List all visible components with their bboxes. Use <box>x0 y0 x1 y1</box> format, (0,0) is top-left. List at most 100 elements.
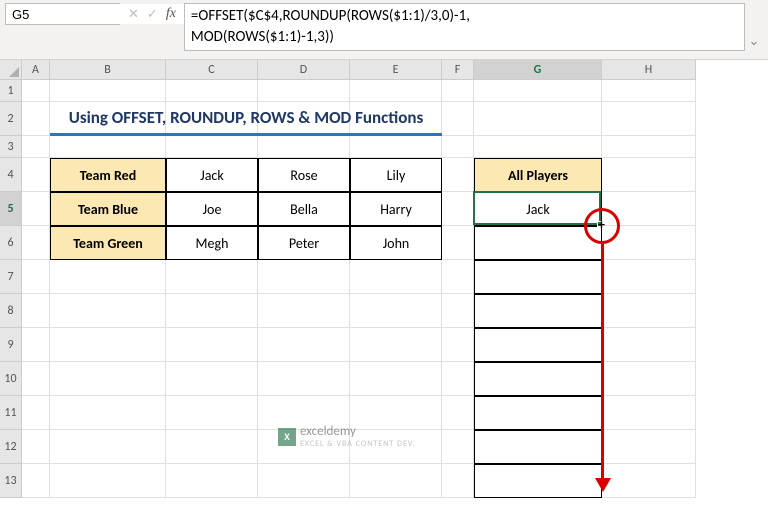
player-result-cell[interactable] <box>474 260 602 294</box>
player-result-cell[interactable] <box>474 464 602 498</box>
cell[interactable] <box>602 226 696 260</box>
players-header[interactable]: All Players <box>474 158 602 192</box>
cell[interactable] <box>22 102 50 136</box>
select-all-corner[interactable] <box>0 60 22 80</box>
cell[interactable] <box>22 294 50 328</box>
col-header-B[interactable]: B <box>50 60 166 80</box>
cell[interactable] <box>350 136 442 158</box>
cell[interactable] <box>442 430 474 464</box>
player-result-cell[interactable] <box>474 328 602 362</box>
row-header-1[interactable]: 1 <box>0 80 22 102</box>
cell[interactable] <box>22 362 50 396</box>
player-result-cell[interactable]: Jack <box>474 192 602 226</box>
cell[interactable] <box>166 464 258 498</box>
cell[interactable] <box>50 430 166 464</box>
cell[interactable] <box>474 136 602 158</box>
cell[interactable] <box>50 136 166 158</box>
cell[interactable] <box>602 294 696 328</box>
cell[interactable] <box>22 226 50 260</box>
cell[interactable] <box>474 102 602 136</box>
cell[interactable] <box>50 396 166 430</box>
cell[interactable] <box>602 362 696 396</box>
cell[interactable] <box>602 192 696 226</box>
row-header-12[interactable]: 12 <box>0 430 22 464</box>
row-header-4[interactable]: 4 <box>0 158 22 192</box>
player-cell[interactable]: Jack <box>166 158 258 192</box>
cell[interactable] <box>166 260 258 294</box>
cell[interactable] <box>166 136 258 158</box>
cell[interactable] <box>166 80 258 102</box>
cell[interactable] <box>166 362 258 396</box>
cell[interactable] <box>442 294 474 328</box>
cell[interactable] <box>350 328 442 362</box>
row-header-9[interactable]: 9 <box>0 328 22 362</box>
cell[interactable] <box>22 80 50 102</box>
cell[interactable] <box>442 260 474 294</box>
row-header-13[interactable]: 13 <box>0 464 22 498</box>
cell[interactable] <box>166 396 258 430</box>
col-header-E[interactable]: E <box>350 60 442 80</box>
col-header-C[interactable]: C <box>166 60 258 80</box>
row-header-7[interactable]: 7 <box>0 260 22 294</box>
cell[interactable] <box>350 80 442 102</box>
cell[interactable] <box>442 226 474 260</box>
cell[interactable] <box>50 464 166 498</box>
row-header-5[interactable]: 5 <box>0 192 22 226</box>
cell[interactable] <box>602 260 696 294</box>
cell[interactable] <box>258 260 350 294</box>
player-cell[interactable]: Rose <box>258 158 350 192</box>
cell[interactable] <box>22 396 50 430</box>
player-cell[interactable]: Joe <box>166 192 258 226</box>
cell[interactable] <box>602 102 696 136</box>
formula-bar-expand-icon[interactable]: ⌄ <box>745 3 763 49</box>
player-result-cell[interactable] <box>474 396 602 430</box>
row-header-6[interactable]: 6 <box>0 226 22 260</box>
player-cell[interactable]: Bella <box>258 192 350 226</box>
team-name[interactable]: Team Green <box>50 226 166 260</box>
cell[interactable] <box>22 328 50 362</box>
row-header-3[interactable]: 3 <box>0 136 22 158</box>
fx-icon[interactable]: fx <box>166 6 176 22</box>
col-header-G[interactable]: G <box>474 60 602 80</box>
cell[interactable] <box>442 158 474 192</box>
cell[interactable] <box>50 80 166 102</box>
formula-bar[interactable]: =OFFSET($C$4,ROUNDUP(ROWS($1:1)/3,0)-1, … <box>191 6 738 48</box>
cell[interactable] <box>442 192 474 226</box>
cell[interactable] <box>50 260 166 294</box>
player-cell[interactable]: Megh <box>166 226 258 260</box>
col-header-H[interactable]: H <box>602 60 696 80</box>
cell[interactable] <box>50 362 166 396</box>
cell[interactable] <box>350 294 442 328</box>
cell[interactable] <box>166 294 258 328</box>
cell[interactable] <box>602 430 696 464</box>
cell[interactable] <box>350 260 442 294</box>
cell[interactable] <box>50 294 166 328</box>
cell[interactable] <box>22 136 50 158</box>
player-result-cell[interactable] <box>474 226 602 260</box>
cell[interactable] <box>22 464 50 498</box>
cell[interactable] <box>22 430 50 464</box>
cell[interactable] <box>442 328 474 362</box>
cell[interactable] <box>166 328 258 362</box>
cell[interactable] <box>166 430 258 464</box>
team-name[interactable]: Team Blue <box>50 192 166 226</box>
cell[interactable] <box>442 362 474 396</box>
cell[interactable] <box>22 192 50 226</box>
row-header-2[interactable]: 2 <box>0 102 22 136</box>
row-header-10[interactable]: 10 <box>0 362 22 396</box>
cell[interactable] <box>602 328 696 362</box>
cell[interactable] <box>258 362 350 396</box>
cell[interactable] <box>258 80 350 102</box>
cell[interactable] <box>350 362 442 396</box>
cell[interactable] <box>602 464 696 498</box>
cell[interactable] <box>602 136 696 158</box>
row-header-11[interactable]: 11 <box>0 396 22 430</box>
cell[interactable] <box>442 80 474 102</box>
player-cell[interactable]: Peter <box>258 226 350 260</box>
col-header-F[interactable]: F <box>442 60 474 80</box>
player-result-cell[interactable] <box>474 362 602 396</box>
cell[interactable] <box>258 464 350 498</box>
col-header-D[interactable]: D <box>258 60 350 80</box>
cell[interactable] <box>602 396 696 430</box>
team-name[interactable]: Team Red <box>50 158 166 192</box>
